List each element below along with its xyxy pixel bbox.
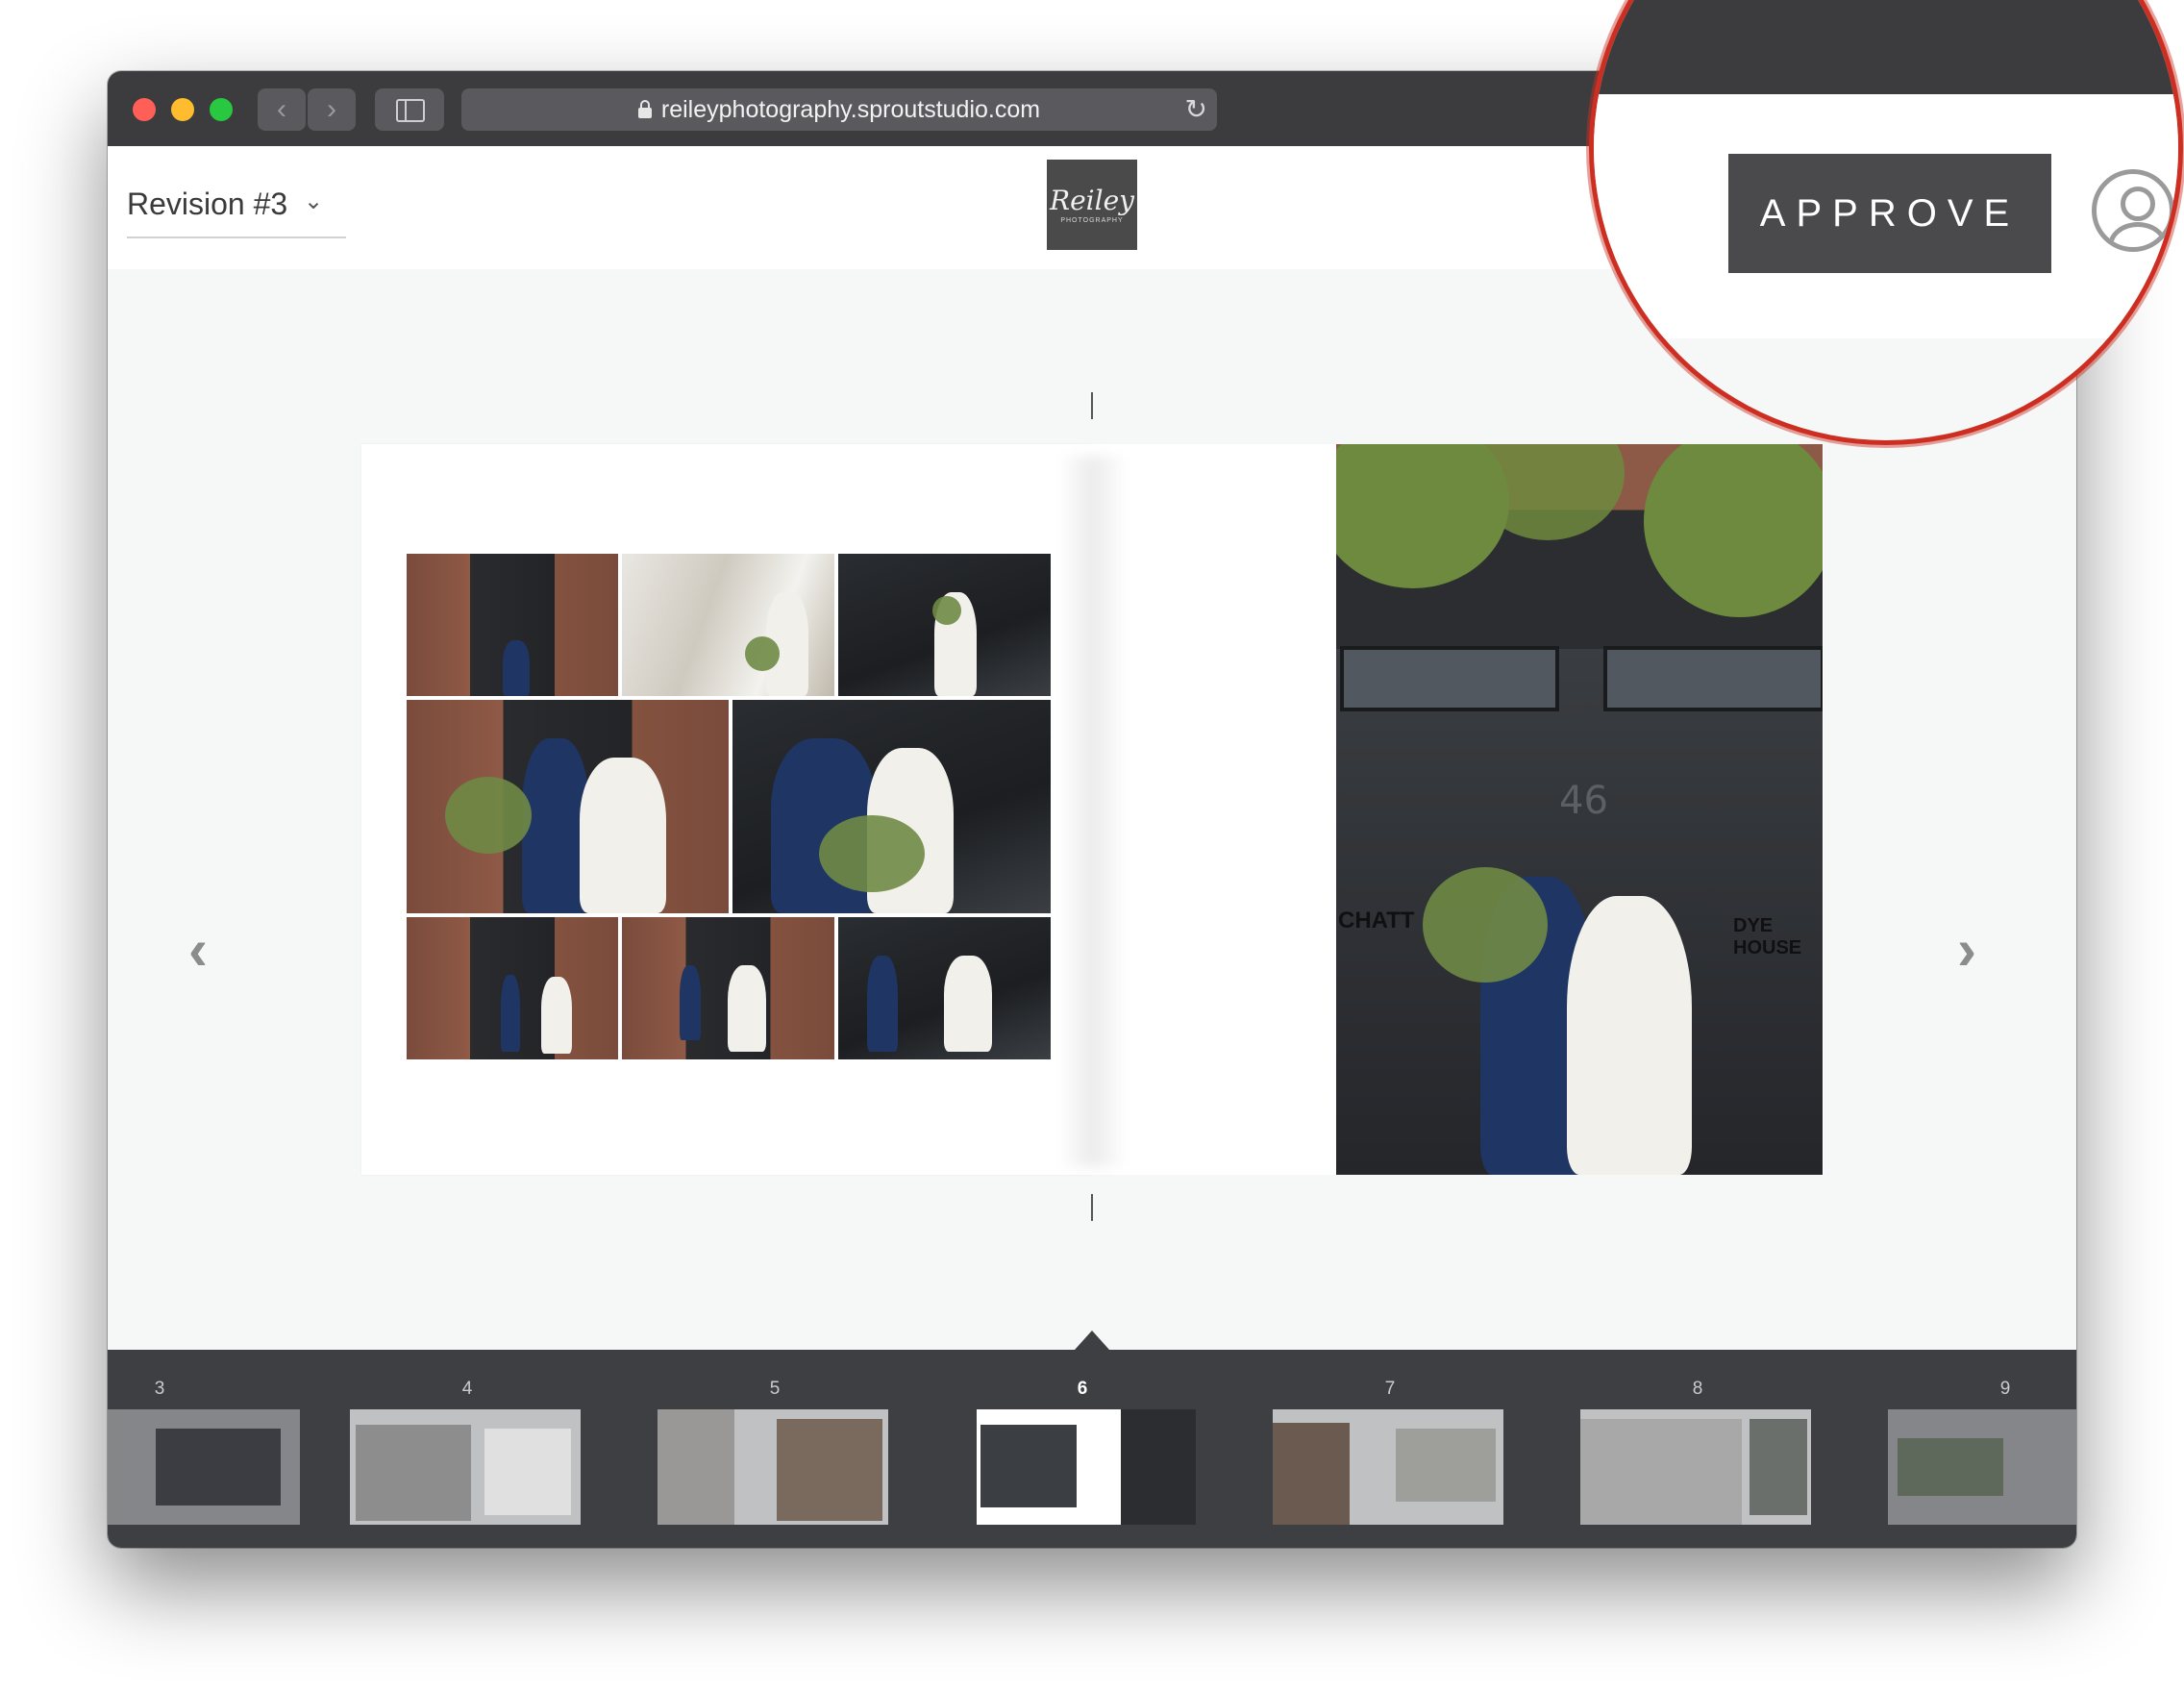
collage-photo[interactable] [407,700,729,913]
collage-photo[interactable] [838,917,1051,1059]
page-filmstrip: 3 4 5 6 7 8 9 [108,1350,2076,1548]
collage-photo[interactable] [838,554,1051,696]
thumb-number: 9 [1999,1379,2011,1399]
spread-bottom-marker [1091,1194,1093,1221]
thumb-page-3[interactable] [108,1409,300,1525]
chevron-right-icon: › [1957,917,1976,982]
wall-sign-right: DYE HOUSE [1733,915,1802,958]
back-button[interactable]: ‹ [258,88,306,131]
thumb-number: 3 [154,1379,165,1399]
thumb-page-9[interactable] [1888,1409,2076,1525]
thumb-page-4[interactable] [350,1409,581,1525]
collage-photo[interactable] [732,700,1051,913]
hero-photo[interactable]: 46 CHATT DYE HOUSE [1336,444,1823,1175]
thumb-page-5[interactable] [658,1409,888,1525]
revision-dropdown[interactable]: Revision #3 ⌄ [127,183,346,238]
thumb-number: 7 [1384,1379,1396,1399]
page-gutter-shadow [1059,456,1127,1167]
thumb-page-6-active[interactable] [977,1409,1196,1525]
collage-photo[interactable] [622,554,834,696]
chevron-right-icon: › [327,93,336,125]
close-window-button[interactable] [133,98,156,121]
revision-label: Revision #3 [127,187,288,221]
studio-logo: Reiley PHOTOGRAPHY [1047,160,1137,250]
thumb-number: 8 [1692,1379,1703,1399]
forward-button[interactable]: › [308,88,356,131]
thumb-number: 5 [769,1379,781,1399]
spread-top-marker [1091,392,1093,419]
reload-icon[interactable]: ↻ [1185,88,1207,131]
thumb-page-7[interactable] [1273,1409,1503,1525]
logo-subtitle: PHOTOGRAPHY [1060,216,1124,224]
sidebar-toggle-button[interactable] [375,88,444,131]
collage-photo[interactable] [407,917,618,1059]
sidebar-icon [396,99,425,122]
chevron-down-icon: ⌄ [304,188,324,214]
chevron-left-icon: ‹ [277,93,286,125]
chevron-left-icon: ‹ [188,917,208,982]
zoom-window-button[interactable] [210,98,233,121]
user-avatar-icon[interactable] [2092,169,2174,252]
thumb-page-8[interactable] [1580,1409,1811,1525]
previous-spread-button[interactable]: ‹ [188,921,208,979]
wall-sign-left: CHATT [1338,908,1415,933]
next-spread-button[interactable]: › [1957,921,1976,979]
address-bar[interactable]: reileyphotography.sproutstudio.com ↻ [461,88,1217,131]
url-text: reileyphotography.sproutstudio.com [660,96,1041,123]
logo-script-text: Reiley [1050,184,1134,216]
minimize-window-button[interactable] [171,98,194,121]
thumb-number: 6 [1077,1379,1088,1399]
lock-icon [637,100,652,118]
collage-photo[interactable] [407,554,618,696]
magnified-titlebar [1594,0,2178,94]
active-thumb-pointer [1075,1331,1109,1350]
door-number: 46 [1559,779,1608,823]
thumb-number: 4 [461,1379,473,1399]
approve-button[interactable]: APPROVE [1728,154,2051,273]
collage-photo[interactable] [622,917,834,1059]
